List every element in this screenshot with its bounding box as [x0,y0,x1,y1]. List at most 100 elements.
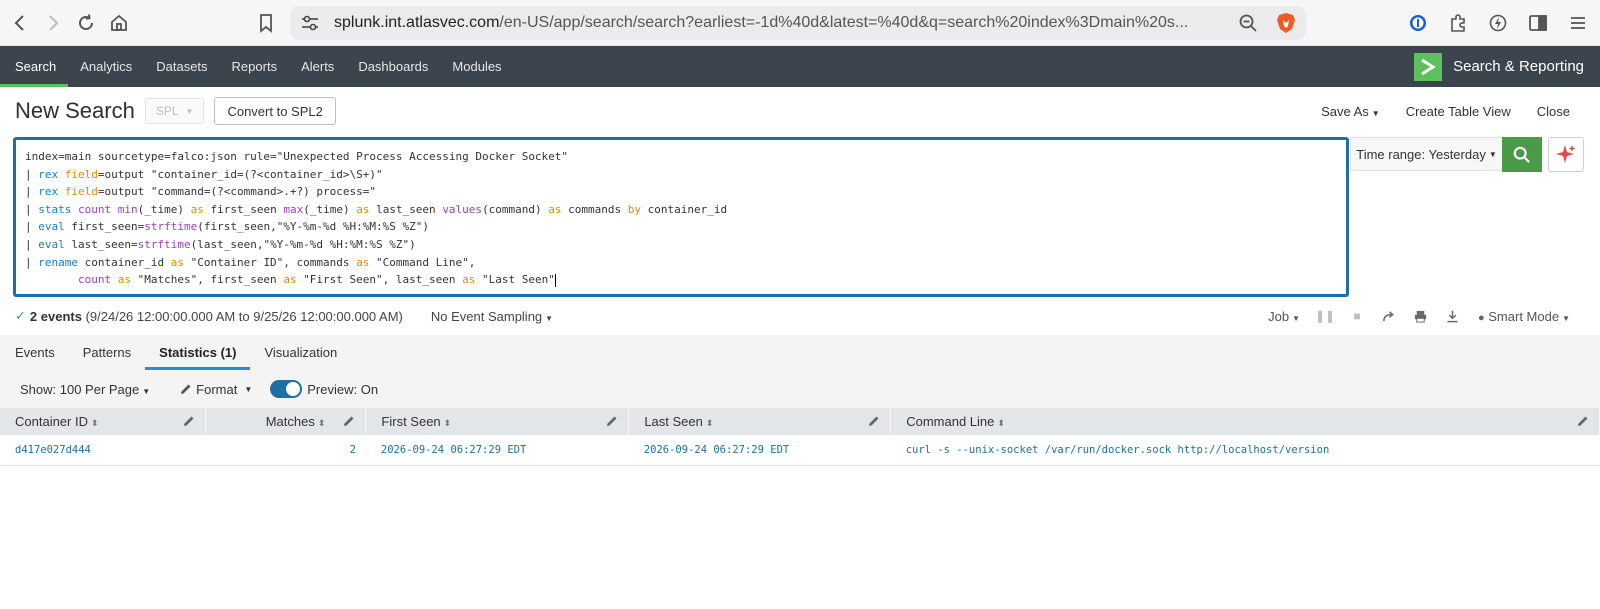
query-line-6: | eval last_seen=strftime(last_seen,"%Y-… [25,237,416,251]
tab-patterns[interactable]: Patterns [69,335,145,370]
preview-toggle[interactable] [270,380,303,398]
search-header: New Search SPL ▼ Convert to SPL2 Save As ▼… [0,87,1600,135]
zoom-icon[interactable] [1238,13,1258,33]
query-line-2: | rex field=output "container_id=(?<cont… [25,167,383,181]
save-as-menu[interactable]: Save As ▼ [1321,104,1380,119]
format-menu[interactable]: Format ▼ [180,382,252,397]
sort-icon[interactable]: ⬍ [91,418,99,428]
text-cursor [554,273,556,287]
query-line-5: | eval first_seen=strftime(first_seen,"%… [25,220,430,234]
print-icon[interactable] [1414,309,1428,323]
leo-ai-icon[interactable] [1482,7,1514,39]
back-icon[interactable] [4,7,36,39]
pause-icon[interactable]: ❚❚ [1315,309,1335,323]
home-icon[interactable] [103,7,135,39]
stop-icon[interactable]: ■ [1350,309,1364,323]
password-manager-icon[interactable] [1402,7,1434,39]
sort-icon[interactable]: ⬍ [706,418,714,428]
menu-icon[interactable] [1562,7,1594,39]
bookmark-icon[interactable] [250,7,282,39]
app-logo-icon [1414,52,1443,81]
chevron-down-icon: ▼ [142,386,151,396]
table-controls: Show: 100 Per Page ▼ Format ▼ Preview: On [0,370,1600,408]
format-label: Format [196,381,238,397]
url-text: splunk.int.atlasvec.com/en-US/app/search… [334,14,1214,32]
nav-item-dashboards[interactable]: Dashboards [346,46,440,87]
column-label: Matches [265,414,315,429]
nav-item-datasets[interactable]: Datasets [144,46,219,87]
tab-visualization[interactable]: Visualization [250,335,351,370]
share-icon[interactable] [1382,309,1396,323]
address-bar[interactable]: splunk.int.atlasvec.com/en-US/app/search… [290,5,1306,40]
result-tabs: Events Patterns Statistics (1) Visualiza… [0,335,1600,370]
pencil-icon[interactable] [183,415,195,427]
table-row: d417e027d444 2 2026-09-24 06:27:29 EDT 2… [0,435,1600,466]
app-navigation: Search Analytics Datasets Reports Alerts… [0,46,1600,87]
cell-matches[interactable]: 2 [205,435,366,466]
nav-item-search[interactable]: Search [0,46,69,87]
language-select-value: SPL [155,104,179,118]
event-count: 2 events [29,308,82,324]
pencil-icon[interactable] [868,415,880,427]
chevron-down-icon: ▼ [185,106,194,116]
close-link[interactable]: Close [1537,104,1570,119]
query-line-8: count as "Matches", first_seen as "First… [77,273,555,287]
cell-first-seen[interactable]: 2026-09-24 06:27:29 EDT [365,435,629,466]
column-header-container-id[interactable]: Container ID ⬍ [0,408,207,435]
table-header-row: Container ID ⬍ Matches ⬍ First Seen ⬍ Last … [0,408,1600,435]
sort-icon[interactable]: ⬍ [997,418,1005,428]
event-sampling-select[interactable]: No Event Sampling ▼ [431,309,553,324]
search-button[interactable] [1502,137,1542,172]
sparkle-icon [1556,144,1576,163]
chevron-down-icon: ▼ [1292,313,1300,323]
site-settings-icon[interactable] [300,13,320,33]
sort-icon[interactable]: ⬍ [318,418,326,428]
url-host: splunk.int.atlasvec.com [334,13,500,31]
language-select[interactable]: SPL ▼ [144,98,205,124]
column-header-command-line[interactable]: Command Line ⬍ [890,408,1600,435]
sort-icon[interactable]: ⬍ [444,418,452,428]
bulb-icon: ● [1477,311,1485,324]
save-as-label: Save As [1321,103,1369,119]
column-label: Command Line [906,414,995,429]
export-icon[interactable] [1446,309,1460,323]
pencil-icon[interactable] [606,415,618,427]
sidebar-icon[interactable] [1522,7,1554,39]
chevron-down-icon: ▼ [545,313,554,323]
nav-item-analytics[interactable]: Analytics [68,46,144,87]
cell-container-id[interactable]: d417e027d444 [0,435,206,466]
search-icon [1513,146,1530,163]
column-label: First Seen [381,414,441,429]
pencil-icon[interactable] [1577,415,1589,427]
search-query-editor[interactable]: index=main sourcetype=falco:json rule="U… [13,137,1349,297]
tab-statistics[interactable]: Statistics (1) [145,335,251,370]
job-menu[interactable]: Job ▼ [1268,309,1300,324]
cell-command-line[interactable]: curl -s --unix-socket /var/run/docker.so… [890,435,1600,466]
nav-item-reports[interactable]: Reports [220,46,290,87]
cell-last-seen[interactable]: 2026-09-24 06:27:29 EDT [628,435,891,466]
ai-assistant-button[interactable] [1548,137,1584,172]
column-header-first-seen[interactable]: First Seen ⬍ [365,408,630,435]
check-icon: ✓ [15,308,26,323]
column-header-matches[interactable]: Matches ⬍ [205,408,367,435]
event-time-range: (9/24/26 12:00:00.000 AM to 9/25/26 12:0… [85,308,403,324]
app-brand[interactable]: Search & Reporting [1414,46,1600,87]
pencil-icon[interactable] [343,415,355,427]
reload-icon[interactable] [70,7,102,39]
nav-item-modules[interactable]: Modules [440,46,513,87]
forward-icon[interactable] [37,7,69,39]
nav-item-alerts[interactable]: Alerts [289,46,346,87]
column-header-last-seen[interactable]: Last Seen ⬍ [628,408,892,435]
brave-shield-icon[interactable] [1276,12,1296,34]
extensions-icon[interactable] [1442,7,1474,39]
per-page-select[interactable]: Show: 100 Per Page ▼ [20,382,150,397]
search-mode-select[interactable]: ● Smart Mode ▼ [1478,309,1570,324]
search-bar: index=main sourcetype=falco:json rule="U… [0,135,1600,297]
chevron-down-icon: ▼ [1488,149,1497,159]
create-table-view-link[interactable]: Create Table View [1406,104,1511,119]
tab-events[interactable]: Events [15,335,69,370]
app-name: Search & Reporting [1453,58,1584,75]
convert-to-spl2-button[interactable]: Convert to SPL2 [214,97,336,125]
time-range-picker[interactable]: Time range: Yesterday ▼ [1350,137,1502,171]
column-label: Last Seen [644,414,703,429]
